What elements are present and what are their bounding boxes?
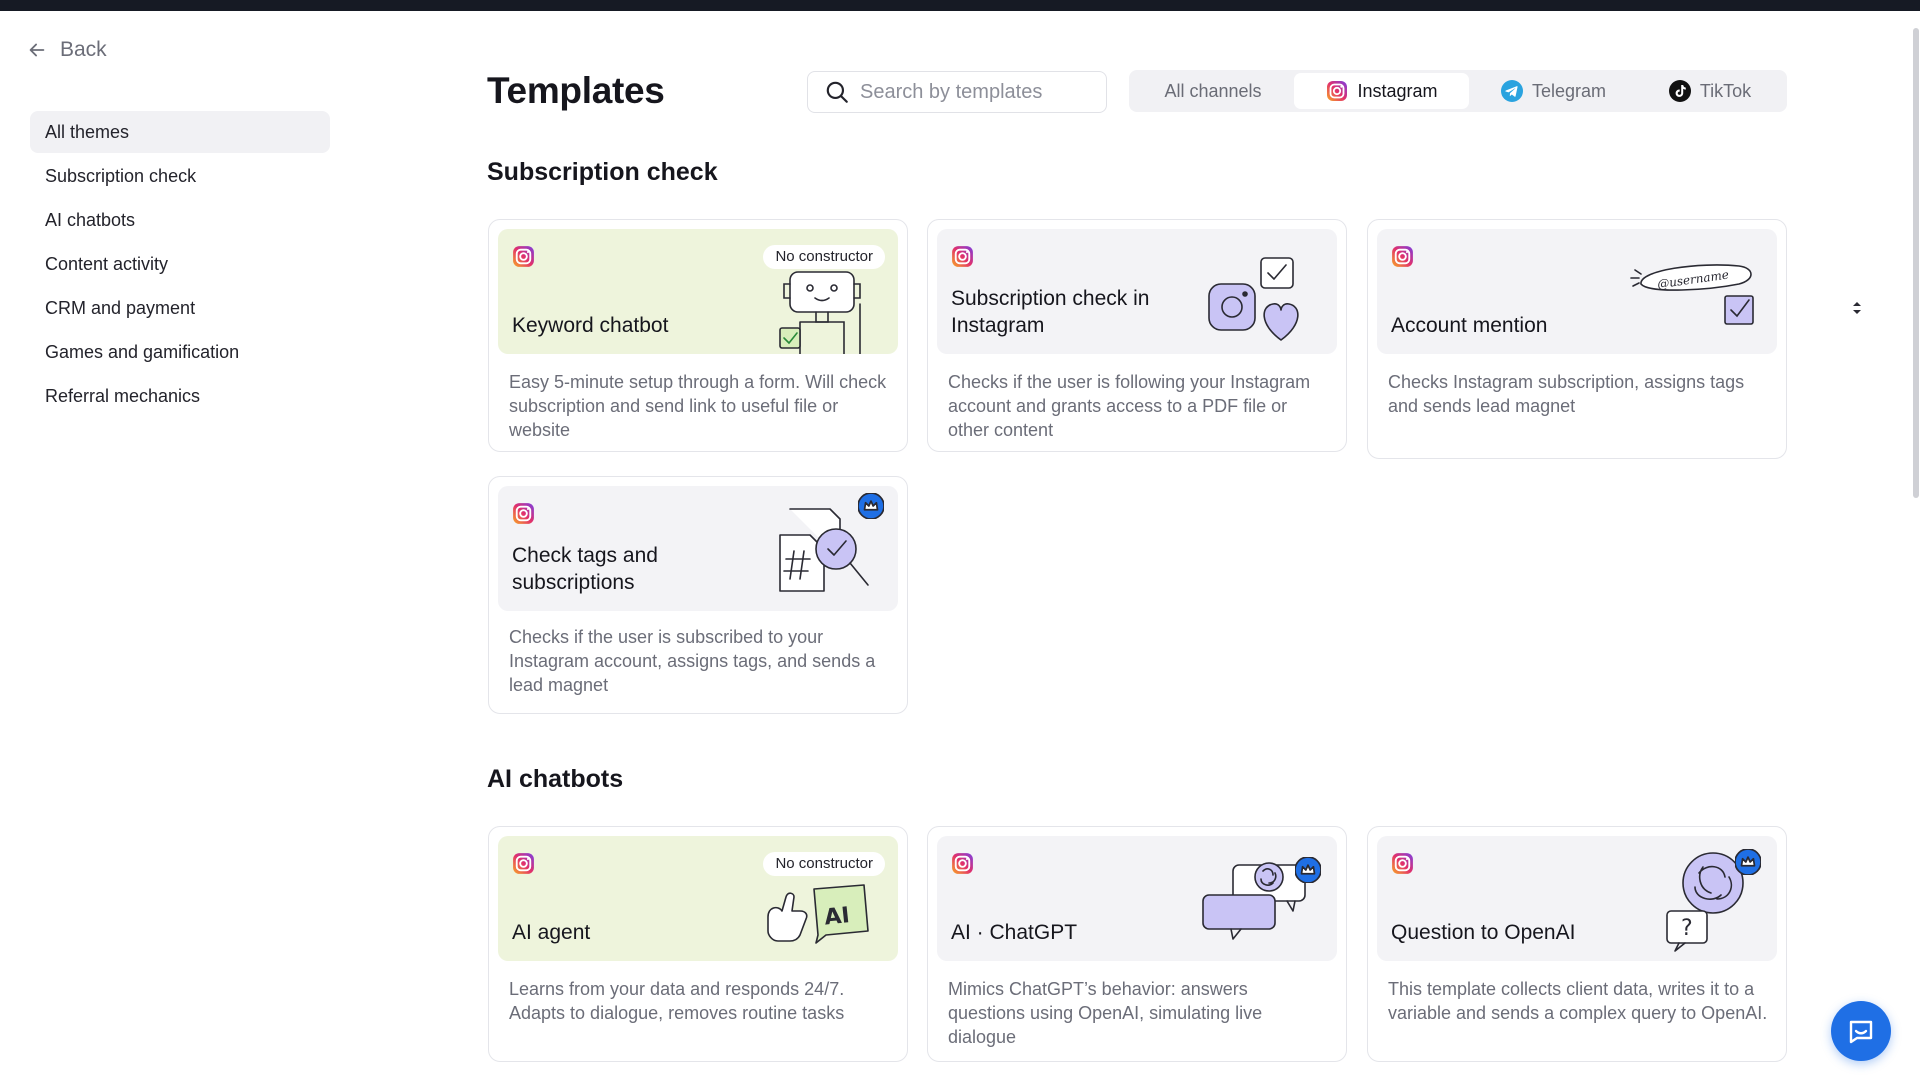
section-title-subscription-check: Subscription check bbox=[487, 158, 718, 186]
card-title: Subscription check in Instagram bbox=[951, 287, 1150, 337]
sidebar-item-subscription-check[interactable]: Subscription check bbox=[30, 155, 330, 197]
card-title: Account mention bbox=[1391, 314, 1548, 337]
card-description: This template collects client data, writ… bbox=[1388, 979, 1768, 1023]
tab-instagram[interactable]: Instagram bbox=[1294, 73, 1469, 109]
template-card[interactable]: Question to OpenAI ? This template colle… bbox=[1367, 826, 1787, 1062]
tab-label: Instagram bbox=[1357, 80, 1438, 101]
instagram-icon bbox=[950, 244, 975, 269]
card-header: AI · ChatGPT bbox=[937, 836, 1337, 961]
instagram-icon bbox=[1390, 244, 1415, 269]
card-description: Checks Instagram subscription, assigns t… bbox=[1388, 372, 1745, 416]
arrow-left-icon bbox=[29, 43, 45, 57]
search-icon bbox=[826, 81, 848, 103]
instagram-icon bbox=[1325, 79, 1349, 103]
template-card[interactable]: Subscription check in Instagram Checks i… bbox=[927, 219, 1347, 452]
tab-all-channels[interactable]: All channels bbox=[1132, 73, 1294, 109]
search-input[interactable] bbox=[860, 80, 1100, 104]
tab-tiktok[interactable]: TikTok bbox=[1637, 73, 1782, 109]
card-title: Check tags and subscriptions bbox=[512, 544, 658, 594]
scrollbar[interactable] bbox=[1913, 28, 1919, 498]
chat-bubbles-openai-icon bbox=[1202, 857, 1321, 940]
premium-crown-icon bbox=[1735, 849, 1761, 875]
card-header: Check tags and subscriptions bbox=[498, 486, 898, 611]
template-card[interactable]: Check tags and subscriptions Checks if t… bbox=[488, 476, 908, 714]
instagram-icon bbox=[1390, 851, 1415, 876]
sidebar-item-games[interactable]: Games and gamification bbox=[30, 331, 330, 373]
ai-text: AI bbox=[823, 903, 851, 930]
card-header: No constructor Keyword chatbot bbox=[498, 229, 898, 354]
premium-crown-icon bbox=[858, 493, 884, 519]
template-card[interactable]: Account mention @username Checks Instagr… bbox=[1367, 219, 1787, 459]
chevron-up-down-icon[interactable] bbox=[1849, 297, 1865, 319]
card-header: No constructor AI agent AI bbox=[498, 836, 898, 961]
tab-label: TikTok bbox=[1699, 80, 1752, 101]
instagram-heart-check-icon bbox=[1208, 257, 1299, 341]
card-title: AI · ChatGPT bbox=[951, 921, 1078, 944]
sidebar-item-crm-payment[interactable]: CRM and payment bbox=[30, 287, 330, 329]
tiktok-icon bbox=[1668, 80, 1691, 102]
username-mention-icon: @username bbox=[1630, 264, 1754, 325]
sidebar-item-ai-chatbots[interactable]: AI chatbots bbox=[30, 199, 330, 241]
instagram-icon bbox=[950, 851, 975, 876]
sidebar-item-referral[interactable]: Referral mechanics bbox=[30, 375, 330, 417]
card-header: Question to OpenAI ? bbox=[1377, 836, 1777, 961]
search-box[interactable] bbox=[807, 71, 1107, 113]
hashtag-magnifier-icon bbox=[779, 493, 884, 592]
telegram-icon bbox=[1500, 80, 1523, 102]
no-constructor-badge: No constructor bbox=[763, 852, 885, 876]
card-header: Account mention @username bbox=[1377, 229, 1777, 354]
openai-question-icon: ? bbox=[1666, 849, 1761, 952]
template-card[interactable]: No constructor Keyword chatbot Easy 5-mi… bbox=[488, 219, 908, 452]
card-title: Keyword chatbot bbox=[512, 314, 669, 337]
card-description: Mimics ChatGPT’s behavior: answers quest… bbox=[948, 979, 1263, 1047]
chat-icon bbox=[1849, 1020, 1873, 1044]
instagram-icon bbox=[511, 244, 536, 269]
sidebar-item-content-activity[interactable]: Content activity bbox=[30, 243, 330, 285]
top-bar bbox=[0, 0, 1920, 11]
back-link[interactable]: Back bbox=[26, 38, 107, 62]
card-title: AI agent bbox=[512, 921, 591, 944]
instagram-icon bbox=[511, 501, 536, 526]
template-card[interactable]: AI · ChatGPT Mimics ChatGPT’s behavior: … bbox=[927, 826, 1347, 1062]
ai-hand-icon: AI bbox=[767, 884, 869, 944]
tab-label: All channels bbox=[1164, 80, 1262, 101]
tab-label: Telegram bbox=[1531, 80, 1607, 101]
section-title-ai-chatbots: AI chatbots bbox=[487, 765, 624, 793]
card-title: Question to OpenAI bbox=[1391, 921, 1576, 944]
card-description: Learns from your data and responds 24/7.… bbox=[509, 979, 845, 1023]
svg-text:?: ? bbox=[1681, 916, 1693, 941]
sidebar: All themes Subscription check AI chatbot… bbox=[30, 111, 330, 419]
card-description: Checks if the user is following your Ins… bbox=[948, 372, 1311, 440]
page-title: Templates bbox=[487, 70, 665, 111]
back-label: Back bbox=[60, 38, 107, 61]
support-chat-button[interactable] bbox=[1831, 1001, 1891, 1061]
premium-crown-icon bbox=[1295, 857, 1321, 883]
sidebar-item-all-themes[interactable]: All themes bbox=[30, 111, 330, 153]
template-card[interactable]: No constructor AI agent AI Learns from y… bbox=[488, 826, 908, 1062]
robot-checkbox-icon bbox=[779, 271, 861, 354]
card-description: Checks if the user is subscribed to your… bbox=[509, 627, 876, 695]
card-description: Easy 5-minute setup through a form. Will… bbox=[509, 372, 887, 440]
channel-filter: All channels Instagram Telegram TikTok bbox=[1129, 70, 1787, 112]
instagram-icon bbox=[511, 851, 536, 876]
tab-telegram[interactable]: Telegram bbox=[1469, 73, 1637, 109]
card-header: Subscription check in Instagram bbox=[937, 229, 1337, 354]
